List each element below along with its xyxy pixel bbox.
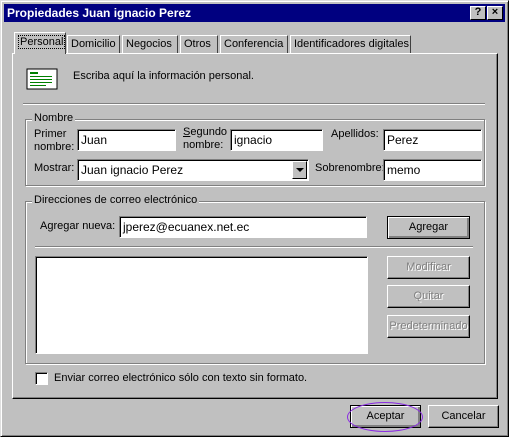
chevron-down-icon[interactable] xyxy=(292,161,307,179)
correo-group-label: Direcciones de correo electrónico xyxy=(32,194,200,206)
predeterminado-button[interactable]: Predeterminado xyxy=(387,315,470,338)
email-list[interactable] xyxy=(35,256,368,354)
separator xyxy=(23,103,485,105)
apellidos-input[interactable]: Perez xyxy=(383,129,482,151)
plain-text-checkbox-label[interactable]: Enviar correo electrónico sólo con texto… xyxy=(54,372,307,384)
nombre-group-label: Nombre xyxy=(32,112,76,124)
tab-domicilio[interactable]: Domicilio xyxy=(67,35,120,53)
tab-otros[interactable]: Otros xyxy=(180,35,218,53)
segundo-nombre-label-1: Segundo xyxy=(183,126,228,138)
primer-nombre-label-1: Primer xyxy=(34,128,67,140)
mostrar-label: Mostrar: xyxy=(34,162,75,174)
properties-dialog: Propiedades Juan ignacio Perez ? × Perso… xyxy=(0,0,509,437)
mostrar-value: Juan ignacio Perez xyxy=(81,163,184,177)
sobrenombre-input[interactable]: memo xyxy=(383,159,482,181)
agregar-button[interactable]: Agregar xyxy=(387,216,470,239)
tab-conferencia[interactable]: Conferencia xyxy=(220,35,288,53)
segundo-nombre-label-2: nombre: xyxy=(183,139,224,151)
window-title: Propiedades Juan ignacio Perez xyxy=(7,6,192,20)
tab-identificadores-digitales[interactable]: Identificadores digitales xyxy=(290,35,411,53)
cancelar-button[interactable]: Cancelar xyxy=(428,405,499,428)
tab-negocios[interactable]: Negocios xyxy=(122,35,178,53)
title-bar: Propiedades Juan ignacio Perez ? × xyxy=(4,4,505,22)
highlight-ellipse xyxy=(347,402,423,432)
modificar-button[interactable]: Modificar xyxy=(387,256,470,279)
quitar-button[interactable]: Quitar xyxy=(387,285,470,308)
primer-nombre-input[interactable]: Juan xyxy=(77,129,176,151)
sobrenombre-label: Sobrenombre: xyxy=(315,162,385,174)
primer-nombre-label-2: nombre: xyxy=(34,141,75,153)
help-button[interactable]: ? xyxy=(470,6,486,20)
intro-text: Escriba aquí la información personal. xyxy=(73,70,254,82)
mostrar-dropdown[interactable]: Juan ignacio Perez xyxy=(77,159,309,181)
apellidos-label: Apellidos: xyxy=(331,128,379,140)
tab-personal[interactable]: Personal xyxy=(14,32,66,54)
segundo-nombre-input[interactable]: ignacio xyxy=(230,129,323,151)
contact-card-icon xyxy=(26,68,58,90)
tab-panel-personal: Escriba aquí la información personal. No… xyxy=(12,53,498,399)
agregar-nueva-label: Agregar nueva: xyxy=(40,220,116,232)
plain-text-checkbox[interactable] xyxy=(35,372,48,385)
close-button[interactable]: × xyxy=(487,6,503,20)
correo-separator xyxy=(35,246,473,248)
agregar-nueva-input[interactable]: jperez@ecuanex.net.ec xyxy=(119,216,367,238)
